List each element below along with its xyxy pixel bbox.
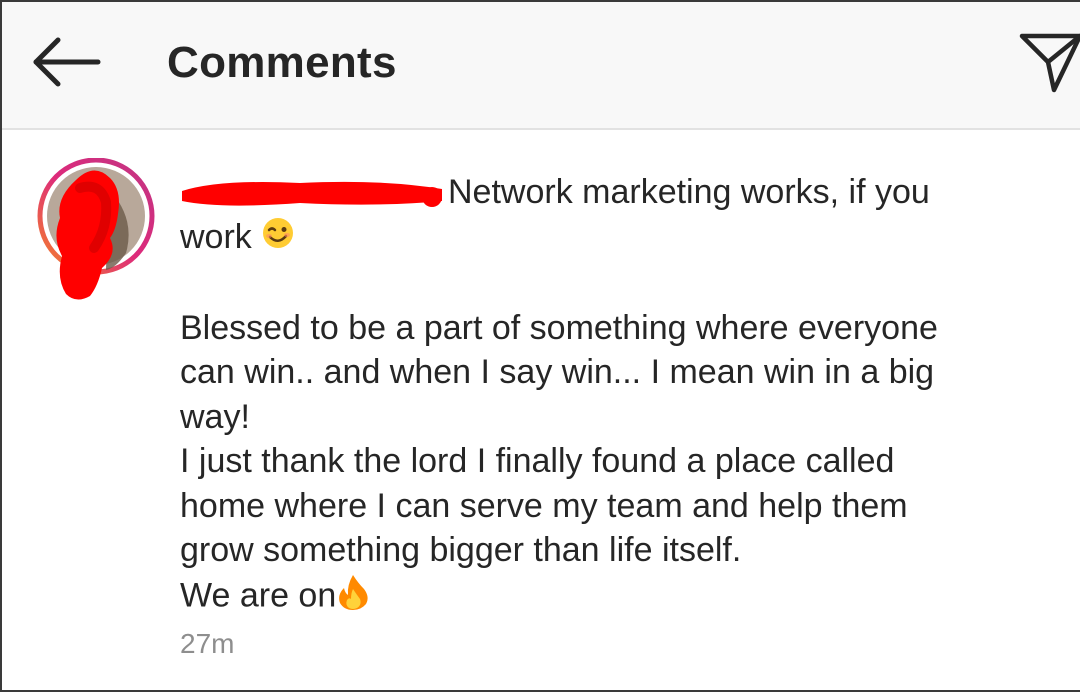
send-button[interactable] [1018, 28, 1080, 94]
wink-emoji-icon [261, 216, 295, 262]
fire-emoji-icon [336, 573, 370, 623]
comment-body-line: can win.. and when I say win... I mean w… [180, 353, 935, 392]
comment-second-line: work [180, 215, 1060, 262]
comment-item: Network marketing works, if you work Ble [2, 130, 1080, 690]
paper-plane-icon [1019, 33, 1080, 93]
comment-body-line: Blessed to be a part of something where … [180, 308, 938, 347]
comment-last-line-text: We are on [180, 576, 337, 615]
comment-first-line-text: Network marketing works, if you [448, 173, 930, 211]
comments-screen: Comments Network marketing works, if you… [0, 0, 1080, 692]
comment-second-line-text: work [180, 217, 252, 256]
arrow-left-icon [33, 37, 101, 87]
comment-body-line: I just thank the lord I finally found a … [180, 442, 895, 481]
page-title: Comments [167, 38, 397, 87]
back-button[interactable] [30, 32, 102, 92]
header-bar: Comments [2, 2, 1080, 130]
comment-body-line: way! [180, 397, 250, 436]
comment-last-line: We are on [180, 573, 1060, 623]
avatar[interactable] [36, 157, 156, 313]
comment-first-line: Network marketing works, if you [180, 170, 1060, 215]
username-redaction [180, 177, 444, 211]
comment-timestamp: 27m [180, 628, 235, 659]
comment-body-line: grow something bigger than life itself. [180, 531, 742, 570]
comment-body-line: home where I can serve my team and help … [180, 486, 908, 525]
comment-text: Network marketing works, if you work Ble [180, 170, 1060, 622]
